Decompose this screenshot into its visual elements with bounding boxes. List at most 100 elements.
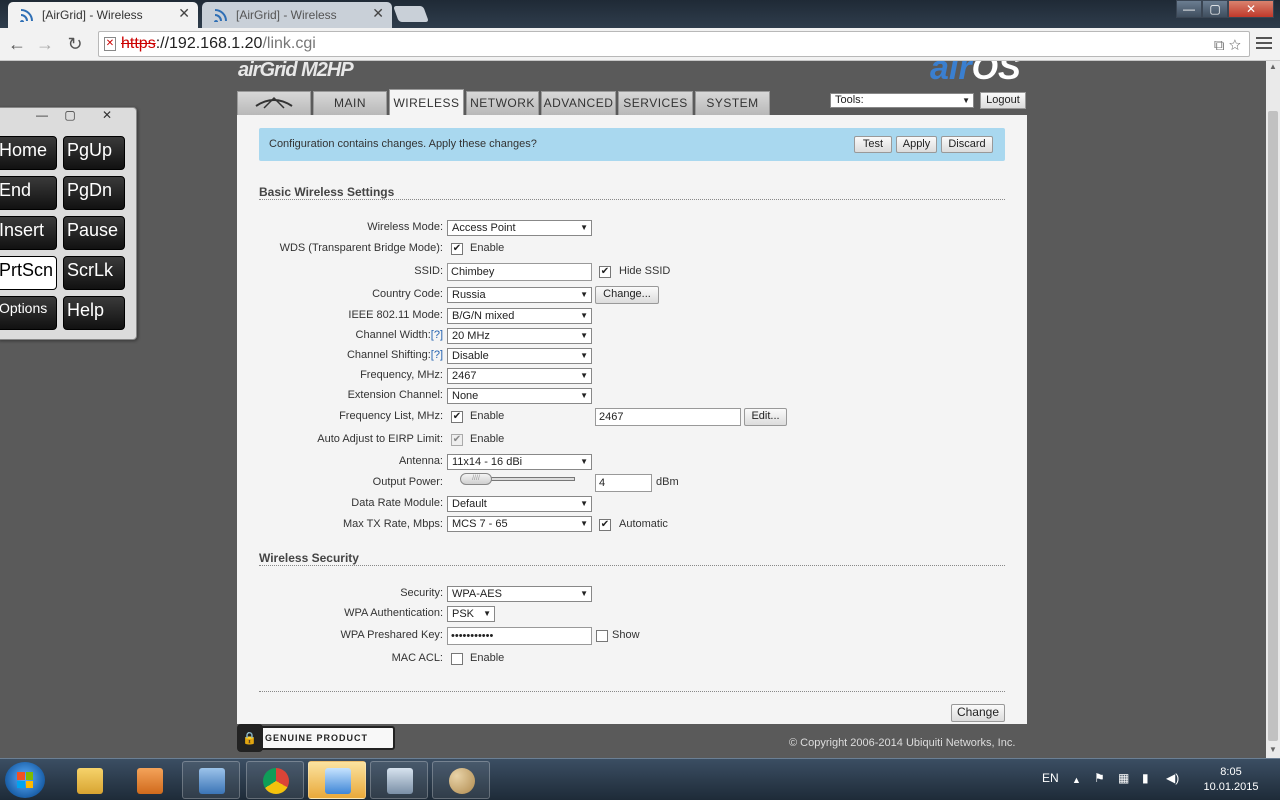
key-pgdn[interactable]: PgDn <box>63 176 125 210</box>
tab-wireless[interactable]: WIRELESS <box>389 89 464 115</box>
window-controls: — ▢ ✕ <box>1176 0 1274 18</box>
tab-network[interactable]: NETWORK <box>466 91 539 115</box>
back-arrow-icon[interactable]: ← <box>6 33 28 55</box>
chrome-icon <box>263 768 289 794</box>
key-pgup[interactable]: PgUp <box>63 136 125 170</box>
browser-tab[interactable]: [AirGrid] - Wireless ✕ <box>202 2 392 28</box>
reload-icon[interactable]: ↻ <box>64 33 86 55</box>
keyboard-taskbar-button[interactable] <box>370 761 428 799</box>
paint-icon <box>449 768 475 794</box>
volume-icon[interactable]: ◀) <box>1166 771 1179 785</box>
scrollbar-thumb[interactable] <box>1268 111 1278 741</box>
scroll-down-icon[interactable]: ▼ <box>1269 745 1277 754</box>
key-help[interactable]: Help <box>63 296 125 330</box>
change-country-button[interactable]: Change... <box>595 286 659 304</box>
key-options[interactable]: Options <box>0 296 57 330</box>
change-button[interactable]: Change <box>951 704 1005 722</box>
output-power-slider[interactable]: //// <box>237 472 597 486</box>
menu-icon[interactable] <box>1256 34 1272 52</box>
tools-dropdown[interactable]: Tools: <box>830 93 974 108</box>
show-hidden-icons[interactable]: ▲ <box>1072 775 1081 785</box>
key-scrlk[interactable]: ScrLk <box>63 256 125 290</box>
max-tx-select[interactable]: MCS 7 - 65 <box>447 516 592 532</box>
close-icon[interactable]: ✕ <box>178 5 190 22</box>
key-pause[interactable]: Pause <box>63 216 125 250</box>
discard-button[interactable]: Discard <box>941 136 993 153</box>
channel-shifting-select[interactable]: Disable <box>447 348 592 364</box>
key-prtscn[interactable]: PrtScn <box>0 256 57 290</box>
logout-button[interactable]: Logout <box>980 92 1026 109</box>
control-panel-taskbar-button[interactable] <box>182 761 240 799</box>
key-end[interactable]: End <box>0 176 57 210</box>
extension-channel-select[interactable]: None <box>447 388 592 404</box>
clock[interactable]: 8:05 10.01.2015 <box>1196 765 1266 795</box>
wireless-mode-select[interactable]: Access Point <box>447 220 592 236</box>
ieee-mode-select[interactable]: B/G/N mixed <box>447 308 592 324</box>
minimize-button[interactable]: — <box>1176 0 1202 18</box>
forward-arrow-icon[interactable]: → <box>34 33 56 55</box>
apply-button[interactable]: Apply <box>896 136 937 153</box>
security-select[interactable]: WPA-AES <box>447 586 592 602</box>
minimize-button[interactable]: — <box>29 109 55 123</box>
mac-acl-checkbox[interactable] <box>451 653 463 665</box>
scroll-up-icon[interactable]: ▲ <box>1269 62 1277 71</box>
output-power-input[interactable]: 4 <box>595 474 652 492</box>
security-label: Security: <box>400 587 443 599</box>
osk-titlebar[interactable]: — ▢ ✕ <box>0 108 136 124</box>
new-tab-button[interactable] <box>393 6 429 22</box>
key-home[interactable]: Home <box>0 136 57 170</box>
antenna-select[interactable]: 11x14 - 16 dBi <box>447 454 592 470</box>
tab-services[interactable]: SERVICES <box>618 91 693 115</box>
help-link[interactable]: [?] <box>431 329 443 341</box>
browser-tab-active[interactable]: [AirGrid] - Wireless ✕ <box>8 2 198 28</box>
start-button[interactable] <box>5 762 45 798</box>
maximize-button[interactable]: ▢ <box>1202 0 1228 18</box>
network-icon[interactable]: ▦ <box>1118 771 1129 785</box>
automatic-checkbox[interactable]: ✔ <box>599 519 611 531</box>
bookmark-star-icon[interactable]: ☆ <box>1229 37 1241 54</box>
app-window-icon <box>325 768 351 794</box>
help-link[interactable]: [?] <box>431 349 443 361</box>
frequency-select[interactable]: 2467 <box>447 368 592 384</box>
hide-ssid-checkbox[interactable]: ✔ <box>599 266 611 278</box>
country-code-select[interactable]: Russia <box>447 287 592 303</box>
airgrid-logo: airGrid M2HP <box>238 61 354 81</box>
psk-label: WPA Preshared Key: <box>340 629 443 641</box>
show-key-checkbox[interactable] <box>596 630 608 642</box>
eirp-checkbox[interactable]: ✔ <box>451 434 463 446</box>
tab-system[interactable]: SYSTEM <box>695 91 770 115</box>
edit-frequency-list-button[interactable]: Edit... <box>744 408 787 426</box>
tab-advanced[interactable]: ADVANCED <box>541 91 616 115</box>
tab-main[interactable]: MAIN <box>313 91 387 115</box>
data-rate-select[interactable]: Default <box>447 496 592 512</box>
wpa-auth-label: WPA Authentication: <box>344 607 443 619</box>
ssid-input[interactable]: Chimbey <box>447 263 592 281</box>
test-button[interactable]: Test <box>854 136 892 153</box>
frequency-list-checkbox[interactable]: ✔ <box>451 411 463 423</box>
active-app-taskbar-button[interactable] <box>308 761 366 799</box>
channel-width-select[interactable]: 20 MHz <box>447 328 592 344</box>
key-insert[interactable]: Insert <box>0 216 57 250</box>
address-bar[interactable]: ✕ https://192.168.1.20/link.cgi ⧉ ☆ <box>98 31 1250 57</box>
explorer-taskbar-button[interactable] <box>60 761 118 799</box>
slider-thumb[interactable]: //// <box>460 473 492 485</box>
mac-acl-enable-label: Enable <box>470 652 505 664</box>
wpa-auth-select[interactable]: PSK <box>447 606 495 622</box>
media-player-taskbar-button[interactable] <box>120 761 178 799</box>
frequency-list-input[interactable]: 2467 <box>595 408 741 426</box>
power-icon[interactable]: ▮ <box>1142 771 1149 785</box>
close-button[interactable]: ✕ <box>94 109 120 123</box>
paint-taskbar-button[interactable] <box>432 761 490 799</box>
action-center-flag-icon[interactable]: ⚑ <box>1094 771 1105 785</box>
translate-icon[interactable]: ⧉ <box>1214 37 1225 54</box>
close-window-button[interactable]: ✕ <box>1228 0 1274 18</box>
ssid-label: SSID: <box>414 265 443 277</box>
close-icon[interactable]: ✕ <box>372 5 384 22</box>
psk-input[interactable]: ••••••••••• <box>447 627 592 645</box>
wds-checkbox[interactable]: ✔ <box>451 243 463 255</box>
language-indicator[interactable]: EN <box>1042 771 1059 785</box>
page-scrollbar[interactable]: ▲ ▼ <box>1266 61 1280 758</box>
chrome-taskbar-button[interactable] <box>246 761 304 799</box>
tab-ubnt-logo[interactable] <box>237 91 311 115</box>
restore-button[interactable]: ▢ <box>57 109 83 123</box>
